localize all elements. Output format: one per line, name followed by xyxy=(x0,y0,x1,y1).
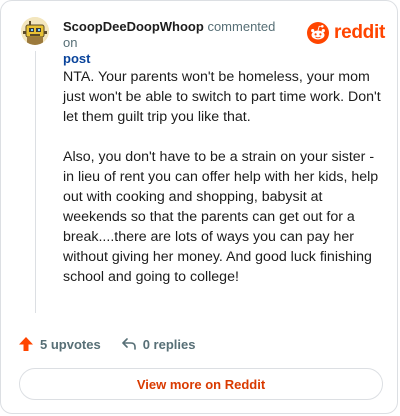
comment-paragraph: Also, you don't have to be a strain on y… xyxy=(63,149,379,285)
avatar-robot-icon xyxy=(21,17,49,45)
upvote-arrow-icon xyxy=(19,337,33,351)
reddit-logo[interactable]: reddit xyxy=(307,21,385,45)
reddit-wordmark: reddit xyxy=(334,22,385,43)
replies-button[interactable]: 0 replies xyxy=(121,336,196,352)
thread-line xyxy=(35,51,36,313)
comment-body: NTA. Your parents won't be homeless, you… xyxy=(63,67,383,307)
upvote-count: 5 upvotes xyxy=(40,336,101,352)
author-username[interactable]: ScoopDeeDoopWhoop xyxy=(63,19,204,34)
view-more-on-reddit-button[interactable]: View more on Reddit xyxy=(19,368,383,400)
reddit-comment-card: ScoopDeeDoopWhoop commented on post redd… xyxy=(0,0,398,414)
comment-paragraph: NTA. Your parents won't be homeless, you… xyxy=(63,69,381,125)
reply-count: 0 replies xyxy=(142,336,196,352)
comment-actions: 5 upvotes 0 replies xyxy=(18,334,195,354)
upvote-button[interactable]: 5 upvotes xyxy=(18,336,101,352)
reddit-snoo-icon xyxy=(307,22,330,44)
comment-header: ScoopDeeDoopWhoop commented on post redd… xyxy=(21,15,385,66)
post-link[interactable]: post xyxy=(63,51,293,67)
reply-arrow-icon xyxy=(121,338,136,350)
comment-byline: ScoopDeeDoopWhoop commented on post xyxy=(63,19,293,67)
user-avatar[interactable] xyxy=(21,17,49,45)
